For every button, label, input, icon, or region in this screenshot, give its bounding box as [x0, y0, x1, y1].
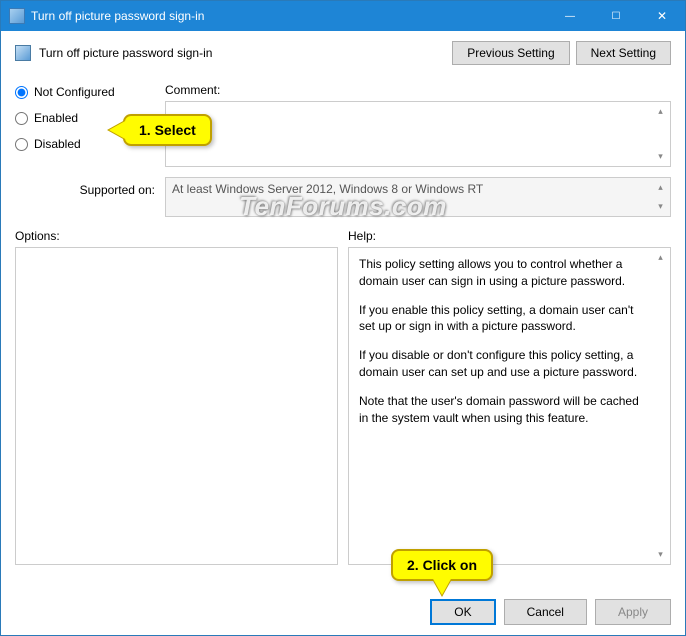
cancel-button[interactable]: Cancel — [504, 599, 587, 625]
titlebar: Turn off picture password sign-in — ☐ ✕ — [1, 1, 685, 31]
radio-enabled-input[interactable] — [15, 112, 28, 125]
next-setting-button[interactable]: Next Setting — [576, 41, 671, 65]
apply-button[interactable]: Apply — [595, 599, 671, 625]
content-area: Turn off picture password sign-in Previo… — [1, 31, 685, 565]
help-paragraph: If you enable this policy setting, a dom… — [359, 302, 650, 336]
radio-not-configured-input[interactable] — [15, 86, 28, 99]
header-left: Turn off picture password sign-in — [15, 45, 212, 61]
help-label: Help: — [348, 229, 671, 243]
scroll-up-icon: ▴ — [653, 180, 668, 195]
scroll-down-icon: ▾ — [653, 199, 668, 214]
window-title: Turn off picture password sign-in — [31, 9, 547, 23]
supported-textbox: At least Windows Server 2012, Windows 8 … — [165, 177, 671, 217]
help-column: Help: This policy setting allows you to … — [348, 229, 671, 565]
comment-label: Comment: — [165, 83, 671, 97]
lower-panels: Options: Help: This policy setting allow… — [15, 229, 671, 565]
policy-icon — [15, 45, 31, 61]
options-column: Options: — [15, 229, 338, 565]
help-paragraph: Note that the user's domain password wil… — [359, 393, 650, 427]
scroll-down-icon[interactable]: ▾ — [653, 149, 668, 164]
radio-disabled-label: Disabled — [34, 137, 81, 151]
nav-buttons: Previous Setting Next Setting — [452, 41, 671, 65]
radio-not-configured-label: Not Configured — [34, 85, 115, 99]
app-icon — [9, 8, 25, 24]
radio-enabled-label: Enabled — [34, 111, 78, 125]
options-label: Options: — [15, 229, 338, 243]
help-paragraph: If you disable or don't configure this p… — [359, 347, 650, 381]
radio-not-configured[interactable]: Not Configured — [15, 85, 155, 99]
callout-click: 2. Click on — [391, 549, 493, 581]
scroll-up-icon[interactable]: ▴ — [653, 104, 668, 119]
scroll-up-icon[interactable]: ▴ — [653, 250, 668, 265]
maximize-button[interactable]: ☐ — [593, 1, 639, 31]
radio-disabled-input[interactable] — [15, 138, 28, 151]
supported-text: At least Windows Server 2012, Windows 8 … — [172, 182, 483, 196]
comment-textbox[interactable]: ▴ ▾ — [165, 101, 671, 167]
scroll-down-icon[interactable]: ▾ — [653, 547, 668, 562]
supported-row: Supported on: At least Windows Server 20… — [15, 177, 671, 217]
help-paragraph: This policy setting allows you to contro… — [359, 256, 650, 290]
minimize-button[interactable]: — — [547, 1, 593, 31]
policy-title: Turn off picture password sign-in — [39, 46, 212, 60]
close-button[interactable]: ✕ — [639, 1, 685, 31]
previous-setting-button[interactable]: Previous Setting — [452, 41, 569, 65]
callout-select: 1. Select — [123, 114, 212, 146]
window-controls: — ☐ ✕ — [547, 1, 685, 31]
options-panel — [15, 247, 338, 565]
help-panel: This policy setting allows you to contro… — [348, 247, 671, 565]
comment-area: Comment: ▴ ▾ — [165, 83, 671, 167]
header-row: Turn off picture password sign-in Previo… — [15, 41, 671, 65]
ok-button[interactable]: OK — [430, 599, 495, 625]
footer-buttons: OK Cancel Apply — [430, 599, 671, 625]
supported-label: Supported on: — [15, 177, 155, 197]
